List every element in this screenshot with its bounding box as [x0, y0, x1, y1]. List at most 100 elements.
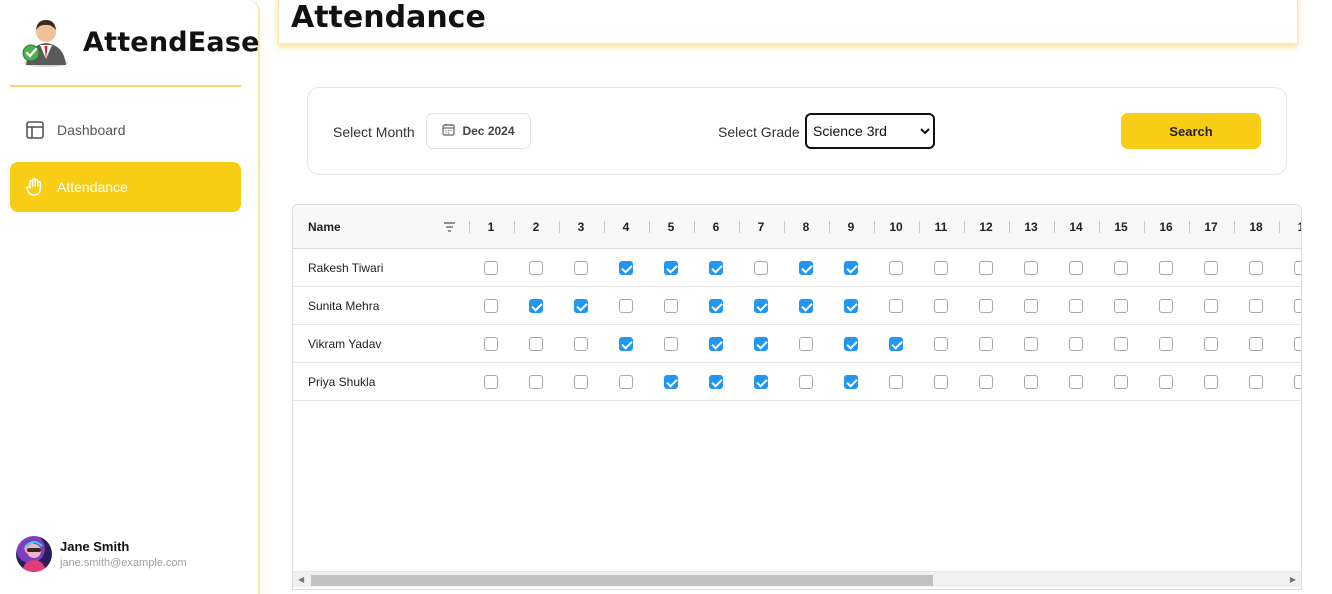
attendance-checkbox[interactable]	[664, 337, 678, 351]
attendance-checkbox[interactable]	[799, 261, 813, 275]
attendance-checkbox[interactable]	[484, 299, 498, 313]
attendance-checkbox[interactable]	[529, 261, 543, 275]
attendance-checkbox[interactable]	[529, 337, 543, 351]
attendance-checkbox[interactable]	[754, 299, 768, 313]
attendance-checkbox[interactable]	[1024, 375, 1038, 389]
attendance-checkbox[interactable]	[979, 337, 993, 351]
column-separator[interactable]	[1054, 221, 1055, 233]
column-header-day[interactable]: 16	[1146, 205, 1186, 249]
attendance-checkbox[interactable]	[664, 261, 678, 275]
attendance-checkbox[interactable]	[574, 261, 588, 275]
attendance-checkbox[interactable]	[1249, 375, 1263, 389]
attendance-checkbox[interactable]	[1114, 299, 1128, 313]
attendance-checkbox[interactable]	[979, 375, 993, 389]
attendance-checkbox[interactable]	[1069, 337, 1083, 351]
attendance-checkbox[interactable]	[1204, 299, 1218, 313]
attendance-checkbox[interactable]	[1249, 261, 1263, 275]
column-separator[interactable]	[1234, 221, 1235, 233]
attendance-checkbox[interactable]	[1204, 261, 1218, 275]
attendance-checkbox[interactable]	[799, 299, 813, 313]
attendance-checkbox[interactable]	[1114, 375, 1128, 389]
column-header-day[interactable]: 1	[1281, 205, 1301, 249]
column-header-day[interactable]: 17	[1191, 205, 1231, 249]
attendance-checkbox[interactable]	[484, 375, 498, 389]
column-separator[interactable]	[1189, 221, 1190, 233]
attendance-checkbox[interactable]	[664, 299, 678, 313]
attendance-checkbox[interactable]	[934, 261, 948, 275]
attendance-checkbox[interactable]	[484, 337, 498, 351]
attendance-checkbox[interactable]	[754, 261, 768, 275]
attendance-checkbox[interactable]	[1114, 337, 1128, 351]
attendance-checkbox[interactable]	[1024, 261, 1038, 275]
attendance-checkbox[interactable]	[1069, 299, 1083, 313]
attendance-checkbox[interactable]	[484, 261, 498, 275]
attendance-checkbox[interactable]	[844, 375, 858, 389]
column-header-day[interactable]: 11	[921, 205, 961, 249]
attendance-checkbox[interactable]	[709, 261, 723, 275]
scroll-right-icon[interactable]: ▶	[1290, 575, 1296, 584]
attendance-checkbox[interactable]	[844, 337, 858, 351]
attendance-checkbox[interactable]	[1294, 261, 1301, 275]
filter-icon[interactable]	[443, 220, 456, 238]
search-button[interactable]: Search	[1121, 113, 1261, 149]
attendance-checkbox[interactable]	[619, 299, 633, 313]
attendance-checkbox[interactable]	[1204, 375, 1218, 389]
attendance-checkbox[interactable]	[1159, 337, 1173, 351]
attendance-checkbox[interactable]	[979, 299, 993, 313]
brand[interactable]: AttendEase	[16, 14, 260, 70]
month-picker-button[interactable]: Dec 2024	[426, 113, 531, 149]
attendance-checkbox[interactable]	[889, 261, 903, 275]
attendance-checkbox[interactable]	[844, 299, 858, 313]
column-separator[interactable]	[739, 221, 740, 233]
horizontal-scrollbar[interactable]: ◀ ▶	[293, 571, 1301, 587]
attendance-checkbox[interactable]	[1159, 299, 1173, 313]
attendance-checkbox[interactable]	[619, 337, 633, 351]
column-separator[interactable]	[694, 221, 695, 233]
attendance-checkbox[interactable]	[1069, 261, 1083, 275]
attendance-checkbox[interactable]	[619, 261, 633, 275]
column-separator[interactable]	[1099, 221, 1100, 233]
attendance-checkbox[interactable]	[889, 337, 903, 351]
column-separator[interactable]	[829, 221, 830, 233]
scrollbar-thumb[interactable]	[311, 575, 933, 586]
attendance-checkbox[interactable]	[709, 299, 723, 313]
column-header-day[interactable]: 9	[831, 205, 871, 249]
column-header-day[interactable]: 1	[471, 205, 511, 249]
attendance-checkbox[interactable]	[754, 375, 768, 389]
attendance-checkbox[interactable]	[574, 299, 588, 313]
column-separator[interactable]	[514, 221, 515, 233]
column-header-day[interactable]: 13	[1011, 205, 1051, 249]
attendance-checkbox[interactable]	[934, 375, 948, 389]
column-header-day[interactable]: 6	[696, 205, 736, 249]
column-header-day[interactable]: 18	[1236, 205, 1276, 249]
attendance-checkbox[interactable]	[979, 261, 993, 275]
column-header-day[interactable]: 3	[561, 205, 601, 249]
attendance-checkbox[interactable]	[934, 299, 948, 313]
attendance-checkbox[interactable]	[1249, 299, 1263, 313]
column-header-day[interactable]: 12	[966, 205, 1006, 249]
attendance-checkbox[interactable]	[529, 375, 543, 389]
column-separator[interactable]	[604, 221, 605, 233]
column-separator[interactable]	[919, 221, 920, 233]
column-header-day[interactable]: 14	[1056, 205, 1096, 249]
attendance-checkbox[interactable]	[574, 337, 588, 351]
user-profile[interactable]: Jane Smith jane.smith@example.com	[16, 536, 187, 572]
attendance-checkbox[interactable]	[1069, 375, 1083, 389]
attendance-checkbox[interactable]	[619, 375, 633, 389]
column-header-day[interactable]: 4	[606, 205, 646, 249]
attendance-checkbox[interactable]	[844, 261, 858, 275]
attendance-checkbox[interactable]	[799, 375, 813, 389]
attendance-checkbox[interactable]	[934, 337, 948, 351]
attendance-checkbox[interactable]	[1294, 375, 1301, 389]
column-header-day[interactable]: 5	[651, 205, 691, 249]
column-separator[interactable]	[964, 221, 965, 233]
attendance-checkbox[interactable]	[889, 299, 903, 313]
attendance-checkbox[interactable]	[1294, 337, 1301, 351]
column-header-day[interactable]: 8	[786, 205, 826, 249]
column-separator[interactable]	[1279, 221, 1280, 233]
scroll-left-icon[interactable]: ◀	[298, 575, 304, 584]
attendance-checkbox[interactable]	[574, 375, 588, 389]
column-separator[interactable]	[649, 221, 650, 233]
column-separator[interactable]	[1144, 221, 1145, 233]
sidebar-item-attendance[interactable]: Attendance	[10, 162, 241, 212]
